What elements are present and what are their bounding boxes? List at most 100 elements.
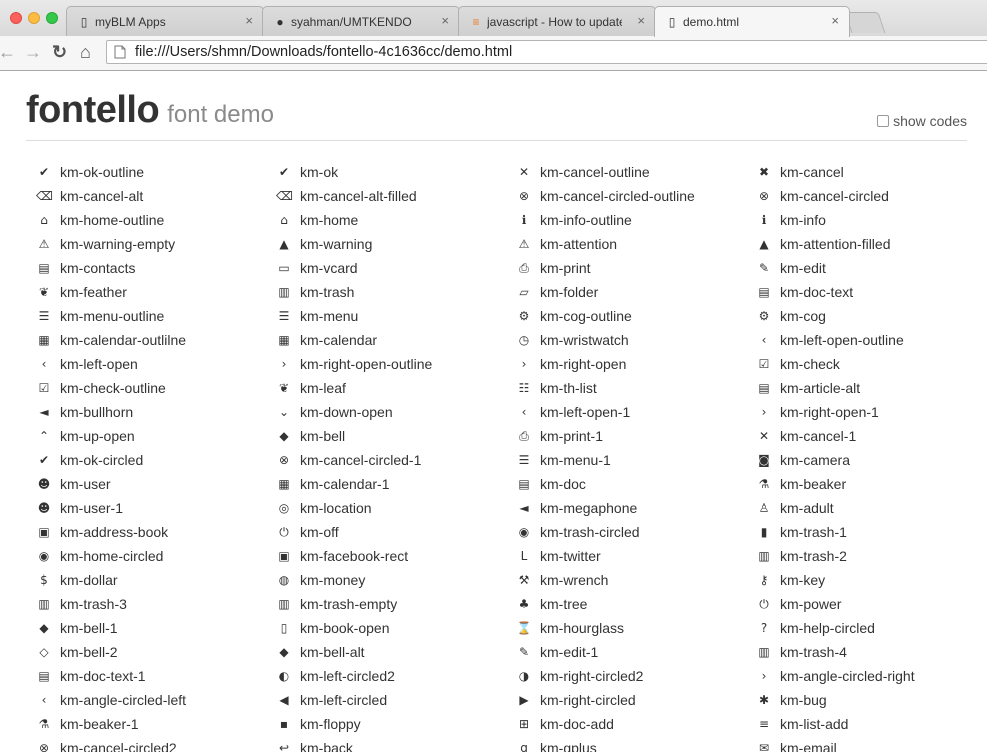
icon-name: km-cancel-alt-filled bbox=[300, 188, 417, 204]
tab-title: demo.html bbox=[683, 15, 740, 29]
icon-name: km-right-circled2 bbox=[540, 668, 644, 684]
show-codes-toggle[interactable]: show codes bbox=[877, 113, 967, 129]
icon-name: km-cancel-alt bbox=[60, 188, 144, 204]
icon-name: km-info bbox=[780, 212, 826, 228]
cancel-circled-outline-icon: ⊗ bbox=[518, 189, 530, 203]
icon-name: km-check-outline bbox=[60, 380, 166, 396]
browser-tab-demo[interactable]: ▯ demo.html × bbox=[654, 6, 850, 37]
icon-name: km-trash-empty bbox=[300, 596, 398, 612]
icon-item: ▥ km-trash bbox=[276, 280, 516, 304]
close-icon[interactable]: × bbox=[245, 13, 253, 28]
icon-name: km-user-1 bbox=[60, 500, 124, 516]
warning-empty-icon: ⚠ bbox=[38, 237, 50, 251]
calendar-icon: ▦ bbox=[278, 333, 290, 347]
icon-name: km-doc-text bbox=[780, 284, 854, 300]
icon-name: km-tree bbox=[540, 596, 588, 612]
browser-tab-stackoverflow[interactable]: ≡ javascript - How to update × bbox=[458, 6, 656, 36]
gplus-icon: g bbox=[520, 741, 528, 752]
back-arrow-icon[interactable]: ← bbox=[0, 42, 16, 62]
close-icon[interactable]: × bbox=[441, 13, 449, 28]
github-icon: ● bbox=[276, 15, 284, 29]
left-open-1-icon: ‹ bbox=[521, 405, 527, 419]
icon-item: ▶ km-right-circled bbox=[516, 688, 756, 712]
left-open-icon: ‹ bbox=[41, 357, 47, 371]
icon-item: ‹ km-left-open bbox=[36, 352, 276, 376]
stackoverflow-icon: ≡ bbox=[472, 15, 480, 29]
icon-item: ◷ km-wristwatch bbox=[516, 328, 756, 352]
twitter-icon: ᒪ bbox=[520, 549, 528, 563]
icon-item: ▤ km-contacts bbox=[36, 256, 276, 280]
zoom-window-button[interactable] bbox=[46, 12, 58, 24]
show-codes-checkbox[interactable] bbox=[877, 115, 890, 127]
home-icon[interactable]: ⌂ bbox=[80, 42, 91, 62]
icon-name: km-wrench bbox=[540, 572, 609, 588]
icon-name: km-ok bbox=[300, 164, 339, 180]
icon-item: ⎙ km-print-1 bbox=[516, 424, 756, 448]
icon-item: ⌫ km-cancel-alt bbox=[36, 184, 276, 208]
forward-arrow-icon[interactable]: → bbox=[24, 42, 42, 62]
trash-icon: ▥ bbox=[278, 285, 290, 299]
icon-name: km-attention bbox=[540, 236, 618, 252]
close-icon[interactable]: × bbox=[637, 13, 645, 28]
trash-empty-icon: ▥ bbox=[278, 597, 290, 611]
icon-name: km-bullhorn bbox=[60, 404, 134, 420]
cancel-icon: ✖ bbox=[758, 165, 770, 179]
icon-name: km-home-circled bbox=[60, 548, 164, 564]
icon-item: ▥ km-trash-4 bbox=[756, 640, 976, 664]
new-tab-button[interactable] bbox=[844, 12, 886, 33]
trash-circled-icon: ◉ bbox=[518, 525, 530, 539]
email-icon: ✉ bbox=[758, 741, 770, 752]
icon-name: km-feather bbox=[60, 284, 127, 300]
location-icon: ◎ bbox=[278, 501, 290, 515]
icon-item: ◎ km-location bbox=[276, 496, 516, 520]
ok-outline-icon: ✔ bbox=[38, 165, 50, 179]
icon-item: ⚙ km-cog bbox=[756, 304, 976, 328]
icon-item: ◇ km-bell-2 bbox=[36, 640, 276, 664]
icon-item: ✉ km-email bbox=[756, 736, 976, 752]
icon-name: km-bell-1 bbox=[60, 620, 118, 636]
minimize-window-button[interactable] bbox=[28, 12, 40, 24]
icon-item: ▯ km-book-open bbox=[276, 616, 516, 640]
icon-name: km-calendar-1 bbox=[300, 476, 390, 492]
address-bar[interactable]: file:///Users/shmn/Downloads/fontello-4c… bbox=[106, 40, 987, 64]
browser-tab-github[interactable]: ● syahman/UMTKENDO × bbox=[262, 6, 460, 36]
icon-item: ⚙ km-cog-outline bbox=[516, 304, 756, 328]
icon-name: km-menu-outline bbox=[60, 308, 165, 324]
close-icon[interactable]: × bbox=[831, 13, 839, 28]
icon-name: km-address-book bbox=[60, 524, 169, 540]
icon-name: km-left-circled2 bbox=[300, 668, 395, 684]
right-circled2-icon: ◑ bbox=[518, 669, 530, 683]
print-1-icon: ⎙ bbox=[519, 428, 529, 443]
icon-grid: ✔ km-ok-outline ✔ km-ok ✕ km-cancel-outline ✖ k… bbox=[36, 160, 976, 752]
check-icon: ☑ bbox=[758, 357, 770, 371]
icon-name: km-cancel-outline bbox=[540, 164, 650, 180]
icon-item: ▦ km-calendar bbox=[276, 328, 516, 352]
attention-icon: ⚠ bbox=[518, 237, 530, 251]
icon-item: ⚗ km-beaker-1 bbox=[36, 712, 276, 736]
tab-title: myBLM Apps bbox=[95, 15, 166, 29]
icon-name: km-warning bbox=[300, 236, 373, 252]
check-outline-icon: ☑ bbox=[38, 381, 50, 395]
icon-item: ⌃ km-up-open bbox=[36, 424, 276, 448]
tree-icon: ♣ bbox=[518, 597, 530, 611]
browser-tab-myblm[interactable]: ▯ myBLM Apps × bbox=[66, 6, 264, 36]
doc-text-1-icon: ▤ bbox=[38, 669, 50, 683]
icon-item: ⚠ km-attention bbox=[516, 232, 756, 256]
icon-item: ✖ km-cancel bbox=[756, 160, 976, 184]
icon-name: km-th-list bbox=[540, 380, 597, 396]
list-add-icon: ≡ bbox=[758, 717, 770, 731]
icon-item: ⎙ km-print bbox=[516, 256, 756, 280]
page-subtitle: font demo bbox=[167, 101, 274, 128]
icon-item: › km-right-open-outline bbox=[276, 352, 516, 376]
icon-item: ✔ km-ok bbox=[276, 160, 516, 184]
icon-name: km-floppy bbox=[300, 716, 361, 732]
url-text: file:///Users/shmn/Downloads/fontello-4c… bbox=[135, 44, 513, 60]
menu-icon: ☰ bbox=[278, 309, 290, 323]
reload-icon[interactable]: ↻ bbox=[52, 42, 67, 62]
home-icon: ⌂ bbox=[280, 213, 288, 227]
page-title: fontello bbox=[26, 89, 160, 131]
left-circled2-icon: ◐ bbox=[278, 669, 290, 683]
close-window-button[interactable] bbox=[10, 12, 22, 24]
address-book-icon: ▣ bbox=[38, 525, 50, 539]
user-1-icon: ☻ bbox=[37, 501, 51, 515]
